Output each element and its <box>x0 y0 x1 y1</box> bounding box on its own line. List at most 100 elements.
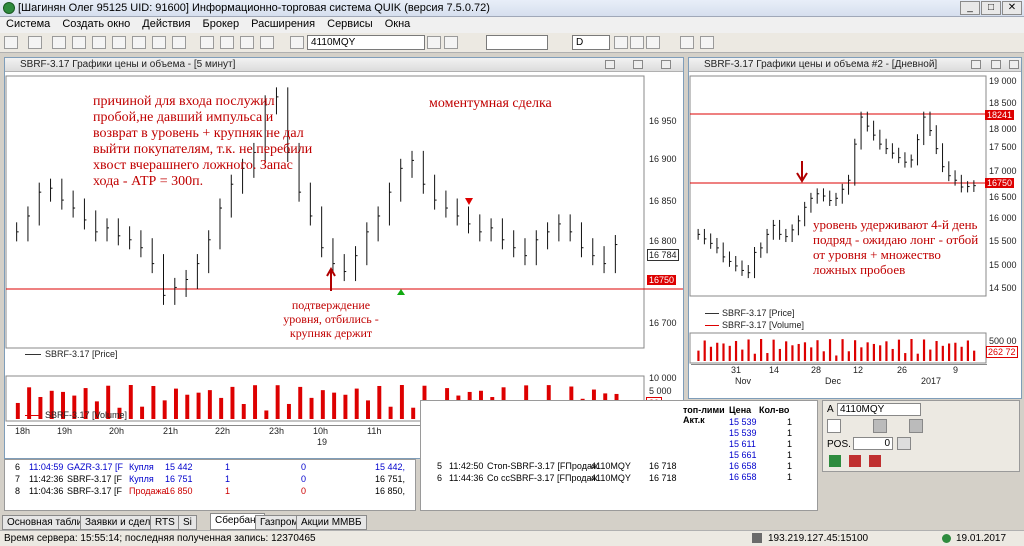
y2tick-18000: 18 000 <box>989 124 1017 134</box>
volume-bar <box>828 339 832 361</box>
toolbar-button-9[interactable] <box>172 36 186 49</box>
x2tick-26: 26 <box>897 365 908 375</box>
crosshair-icon[interactable] <box>614 36 628 49</box>
volume-bar <box>935 340 938 361</box>
toolbar-button-13[interactable] <box>260 36 274 49</box>
vol2-tick: 500 00 <box>989 336 1017 346</box>
price-cell: 15 539 <box>729 428 757 438</box>
window2-maximize-button[interactable] <box>991 60 1001 69</box>
qty-cell: 1 <box>787 428 793 438</box>
table-row[interactable]: 5 11:42:50 Стоп-SBRF-3.17 [FПродаж4110MQY 1… <box>437 461 677 471</box>
col-header-price[interactable]: Цена <box>729 405 759 415</box>
chart-window-title: SBRF-3.17 Графики цены и объема - [5 мин… <box>5 58 683 72</box>
menu-extensions[interactable]: Расширения <box>245 17 321 30</box>
toolbar: 4110MQY D <box>0 33 1024 53</box>
menu-actions[interactable]: Действия <box>136 17 196 30</box>
volume-bar <box>366 400 370 419</box>
y2tick-15000: 15 000 <box>989 260 1017 270</box>
close-button[interactable]: ✕ <box>1002 1 1022 15</box>
tab-mmvb-stocks[interactable]: Акции ММВБ <box>296 515 367 530</box>
pos-field[interactable]: 0 <box>853 437 893 450</box>
volume-bar <box>879 345 882 361</box>
vol2-last-label: 262 72 <box>986 346 1018 358</box>
volume-bar <box>778 348 781 361</box>
level2-label: 16750 <box>985 178 1015 188</box>
chart2-window-title: SBRF-3.17 Графики цены и объема #2 - [Дн… <box>689 58 1021 72</box>
toolbar-button-2[interactable] <box>28 36 42 49</box>
volume-bar <box>399 385 404 419</box>
menu-bar: Система Создать окно Действия Брокер Расшире… <box>0 17 1024 33</box>
hand-icon[interactable] <box>630 36 644 49</box>
tab-si[interactable]: Si <box>178 515 197 530</box>
menu-create-window[interactable]: Создать окно <box>56 17 136 30</box>
pos-button[interactable] <box>897 437 911 450</box>
order-button-2[interactable] <box>909 419 923 433</box>
volume-bar <box>15 402 20 419</box>
tab-rts[interactable]: RTS <box>150 515 180 530</box>
volume-bar <box>320 390 325 419</box>
volume-bar <box>847 351 850 361</box>
volume-bar <box>411 407 416 419</box>
bars-icon[interactable] <box>700 36 714 49</box>
table-row[interactable]: 7 11:42:36 SBRF-3.17 [F Купля 16 751 1 0 16 751… <box>15 474 405 484</box>
table-row[interactable]: 8 11:04:36 SBRF-3.17 [F Продажа16 850 1 0 16 8… <box>15 486 405 496</box>
toolbar-button-7[interactable] <box>132 36 146 49</box>
price2-legend: SBRF-3.17 [Price] <box>705 308 795 318</box>
toolbar-button-11[interactable] <box>220 36 234 49</box>
volume-bar <box>803 342 807 361</box>
minimize-button[interactable]: _ <box>960 1 980 15</box>
toolbar-button-5[interactable] <box>92 36 106 49</box>
window2-close-button[interactable] <box>1009 60 1019 69</box>
pos-label: POS. <box>827 439 851 450</box>
volume-bar <box>128 385 133 419</box>
cancel-icon[interactable] <box>869 455 881 467</box>
x2-month-2017: 2017 <box>921 376 942 386</box>
qty-cell: 1 <box>787 439 793 449</box>
user-icon[interactable] <box>290 36 304 49</box>
volume-bar <box>377 385 382 419</box>
toolbar-button-14[interactable] <box>444 36 458 49</box>
order-button-1[interactable] <box>873 419 887 433</box>
window-close-button[interactable] <box>661 60 671 69</box>
volume-bar <box>354 388 359 419</box>
toolbar-button-4[interactable] <box>72 36 86 49</box>
order-account-select[interactable]: 4110MQY <box>837 403 921 416</box>
y2tick-16500: 16 500 <box>989 192 1017 202</box>
sell-icon[interactable] <box>849 455 861 467</box>
table-row[interactable]: 6 11:04:59 GAZR-3.17 [F Купля 15 442 1 0 15 442… <box>15 462 405 472</box>
stop-orders-table: топ-лими Цена Кол-воАкт.к 15 539 15 539 15… <box>420 400 818 511</box>
interval-select[interactable]: D <box>572 35 610 50</box>
table-row[interactable]: 6 11:44:36 Со ссSBRF-3.17 [FПродаж4110MQY 1… <box>437 473 677 483</box>
menu-system[interactable]: Система <box>0 17 56 30</box>
toolbar-button-12[interactable] <box>240 36 254 49</box>
line-tool-icon[interactable] <box>680 36 694 49</box>
buy-icon[interactable] <box>829 455 841 467</box>
menu-services[interactable]: Сервисы <box>321 17 379 30</box>
window-minimize-button[interactable] <box>605 60 615 69</box>
volume-bar <box>140 406 145 419</box>
x2tick-28: 28 <box>811 365 822 375</box>
window2-minimize-button[interactable] <box>971 60 981 69</box>
order-input[interactable] <box>827 419 841 433</box>
search-input[interactable] <box>486 35 548 50</box>
account-select[interactable]: 4110MQY <box>307 35 425 50</box>
volume-bar <box>929 349 932 361</box>
col-header-qty[interactable]: Кол-во <box>759 405 797 415</box>
maximize-button[interactable]: □ <box>981 1 1001 15</box>
volume-bar <box>728 345 731 361</box>
menu-windows[interactable]: Окна <box>379 17 417 30</box>
window-maximize-button[interactable] <box>633 60 643 69</box>
toolbar-button-15[interactable] <box>646 36 660 49</box>
toolbar-button-1[interactable] <box>4 36 18 49</box>
toolbar-button-10[interactable] <box>200 36 214 49</box>
volume-bar <box>343 394 348 419</box>
toolbar-button-6[interactable] <box>112 36 126 49</box>
toolbar-button-8[interactable] <box>152 36 166 49</box>
menu-broker[interactable]: Брокер <box>197 17 246 30</box>
col-header-stop[interactable]: топ-лими <box>683 405 729 415</box>
volume-bar <box>966 340 969 361</box>
chevron-down-icon[interactable] <box>427 36 441 49</box>
xtick-10h: 10h <box>313 426 329 436</box>
toolbar-button-3[interactable] <box>52 36 66 49</box>
col-header-act[interactable]: Акт.к <box>683 415 705 425</box>
